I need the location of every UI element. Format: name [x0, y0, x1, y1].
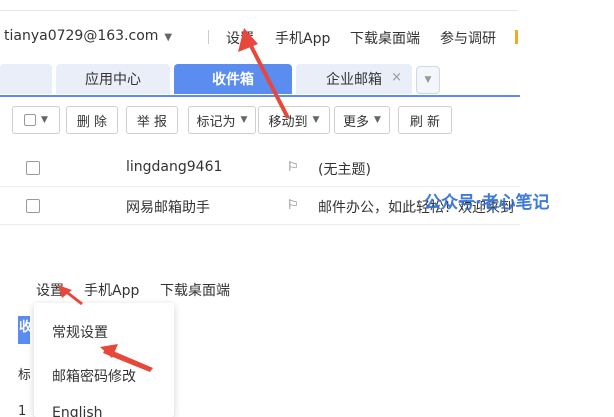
download-desktop-link[interactable]: 下载桌面端: [350, 28, 420, 48]
move-to-label: 移动到: [268, 114, 308, 130]
mobile-app-link[interactable]: 手机App: [84, 280, 139, 300]
account-email: tianya0729@163.com: [4, 28, 159, 44]
tab-more-button[interactable]: ▼: [416, 66, 440, 94]
chevron-down-icon: ▼: [240, 115, 248, 125]
mail-sender: 网易邮箱助手: [126, 200, 210, 216]
settings-dropdown-menu: 常规设置 邮箱密码修改 English: [34, 303, 174, 417]
settings-link[interactable]: 设置: [226, 28, 254, 48]
tab-app-center[interactable]: 应用中心: [56, 64, 170, 94]
survey-link[interactable]: 参与调研: [440, 28, 496, 48]
move-to-button[interactable]: 移动到 ▼: [258, 106, 330, 134]
mark-as-button[interactable]: 标记为 ▼: [188, 106, 256, 134]
refresh-button[interactable]: 刷 新: [398, 106, 452, 134]
watermark: 公众号·老心笔记: [424, 193, 550, 213]
delete-button[interactable]: 删 除: [66, 106, 118, 134]
inbox-tab-stub[interactable]: 收: [18, 316, 30, 344]
tab-partial[interactable]: [0, 64, 52, 94]
lower-top-links: 设置 手机App 下载桌面端: [0, 280, 260, 302]
menu-item-change-password[interactable]: 邮箱密码修改: [52, 366, 136, 386]
tab-label: 收件箱: [212, 72, 254, 88]
report-button[interactable]: 举 报: [126, 106, 178, 134]
toolbar-stub: 标记: [18, 368, 30, 383]
tab-enterprise-mail[interactable]: 企业邮箱 ×: [296, 64, 412, 94]
mobile-app-link[interactable]: 手机App: [275, 28, 330, 48]
mark-as-label: 标记为: [196, 114, 236, 130]
top-separator: [208, 30, 209, 44]
mail-sender: lingdang9461: [126, 159, 223, 175]
mail-row[interactable]: lingdang9461 ⚐ (无主题): [0, 149, 520, 187]
select-all-button[interactable]: ▼: [12, 106, 60, 134]
account-menu[interactable]: tianya0729@163.com ▼: [4, 28, 172, 44]
flag-icon[interactable]: ⚐: [287, 160, 299, 175]
more-button[interactable]: 更多 ▼: [334, 106, 390, 134]
menu-item-english[interactable]: English: [52, 405, 103, 417]
chevron-down-icon: ▼: [424, 75, 432, 85]
top-divider: [0, 10, 518, 11]
checkbox-icon: [24, 114, 37, 126]
close-icon[interactable]: ×: [391, 70, 402, 85]
chevron-down-icon: ▼: [41, 115, 48, 125]
tab-label: 企业邮箱: [326, 72, 382, 88]
top-bar: tianya0729@163.com ▼ 设置 手机App 下载桌面端 参与调研: [0, 0, 614, 54]
tab-label: 应用中心: [85, 72, 141, 88]
more-label: 更多: [343, 114, 370, 130]
download-desktop-link[interactable]: 下载桌面端: [160, 280, 230, 300]
menu-item-general-settings[interactable]: 常规设置: [52, 322, 108, 342]
mail-subject: (无主题): [318, 162, 371, 178]
settings-link[interactable]: 设置: [36, 280, 64, 300]
orange-marker: [515, 30, 518, 44]
chevron-down-icon: ▼: [164, 32, 173, 43]
tab-underline: [0, 95, 520, 97]
row-stub: 1: [18, 404, 27, 417]
row-checkbox[interactable]: [26, 199, 40, 213]
chevron-down-icon: ▼: [374, 115, 381, 125]
tab-strip: 应用中心 收件箱 企业邮箱 × ▼: [0, 62, 520, 96]
row-checkbox[interactable]: [26, 161, 40, 175]
tab-inbox[interactable]: 收件箱: [174, 64, 292, 94]
flag-icon[interactable]: ⚐: [287, 198, 299, 213]
chevron-down-icon: ▼: [312, 115, 320, 125]
mail-toolbar: ▼ 删 除 举 报 标记为 ▼ 移动到 ▼ 更多 ▼ 刷 新: [0, 106, 520, 136]
